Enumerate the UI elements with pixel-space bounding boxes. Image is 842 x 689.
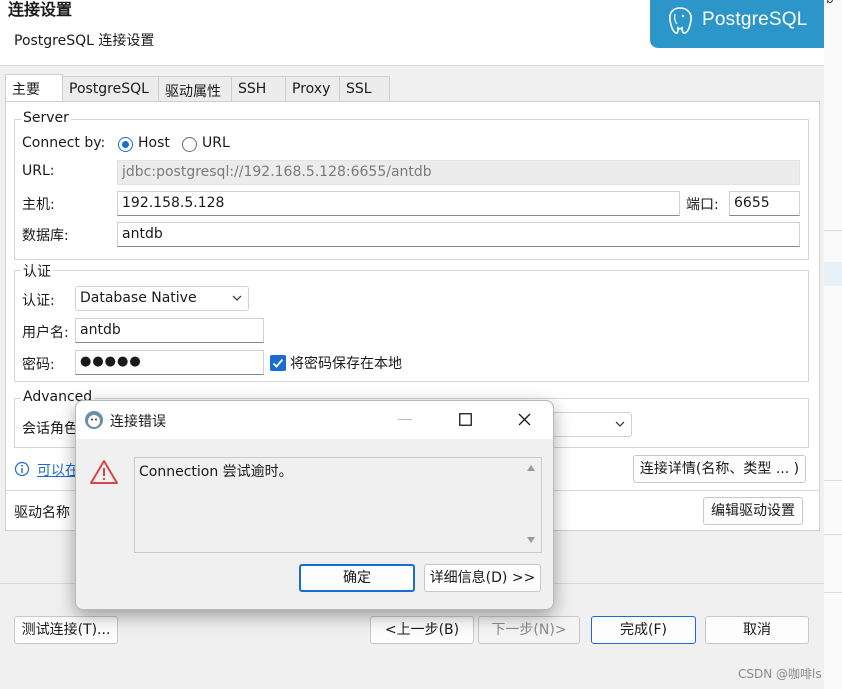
tab-label: 主要 <box>12 82 40 98</box>
username-input[interactable]: antdb <box>75 318 264 343</box>
tab-ssh[interactable]: SSH <box>231 76 286 102</box>
dialog-titlebar: 连接错误 <box>76 401 553 439</box>
save-password-label[interactable]: 将密码保存在本地 <box>290 353 402 373</box>
session-role-label: 会话角色 <box>22 421 78 437</box>
divider <box>824 592 842 593</box>
ok-button[interactable]: 确定 <box>299 564 415 592</box>
close-icon[interactable] <box>518 413 531 426</box>
background-edge-text: b <box>826 0 834 6</box>
database-input[interactable]: antdb <box>117 222 800 247</box>
host-radio[interactable] <box>118 137 133 152</box>
back-button[interactable]: <上一步(B) <box>370 616 474 644</box>
background-window-edge: b <box>824 0 842 689</box>
test-connection-button[interactable]: 测试连接(T)... <box>14 616 118 644</box>
page-subtitle: PostgreSQL 连接设置 <box>14 33 155 49</box>
maximize-icon[interactable] <box>459 413 472 426</box>
chevron-down-icon <box>232 295 242 301</box>
url-field[interactable]: jdbc:postgresql://192.168.5.128:6655/ant… <box>117 160 800 185</box>
divider <box>824 534 842 535</box>
host-label: 主机: <box>22 197 55 213</box>
save-password-checkbox[interactable] <box>270 355 286 371</box>
window-header: 连接设置 PostgreSQL 连接设置 PostgreSQL <box>0 0 824 66</box>
database-label: 数据库: <box>22 228 69 244</box>
tab-label: PostgreSQL <box>69 81 149 97</box>
username-label: 用户名: <box>22 325 69 341</box>
postgresql-logo: PostgreSQL <box>650 0 824 48</box>
session-role-select[interactable] <box>548 412 632 437</box>
url-label: URL: <box>22 163 55 179</box>
connect-by-label: Connect by: <box>22 135 106 151</box>
connection-error-dialog: 连接错误 Connection 尝试逾时。 确定 详细信息(D) >> <box>75 400 554 610</box>
password-label: 密码: <box>22 357 55 373</box>
port-label: 端口: <box>686 197 719 213</box>
password-input[interactable]: ●●●●● <box>75 350 264 375</box>
info-link[interactable]: 可以在 <box>37 460 79 480</box>
scroll-up-icon[interactable] <box>526 464 536 472</box>
tab-label: Proxy <box>292 81 331 97</box>
url-radio-label[interactable]: URL <box>202 135 230 151</box>
tab-driver-properties[interactable]: 驱动属性 <box>158 76 232 102</box>
message-scrollbar[interactable] <box>521 458 541 552</box>
tab-label: 驱动属性 <box>165 84 221 100</box>
error-message: Connection 尝试逾时。 <box>139 464 293 480</box>
dialog-title: 连接错误 <box>110 414 166 430</box>
error-message-box[interactable]: Connection 尝试逾时。 <box>134 457 542 553</box>
background-row-highlight <box>824 262 842 286</box>
auth-method-label: 认证: <box>22 293 55 309</box>
auth-group-title: 认证 <box>21 261 53 281</box>
tab-label: SSL <box>346 81 372 97</box>
minimize-icon[interactable] <box>398 419 412 421</box>
error-warning-icon <box>90 460 118 484</box>
chevron-down-icon <box>615 421 625 427</box>
host-input[interactable]: 192.158.5.128 <box>117 191 680 216</box>
info-icon <box>14 461 30 477</box>
page-title: 连接设置 <box>8 0 73 19</box>
elephant-icon <box>669 7 692 34</box>
details-button[interactable]: 详细信息(D) >> <box>424 564 541 592</box>
edit-driver-settings-button[interactable]: 编辑驱动设置 <box>703 497 803 525</box>
watermark: CSDN @咖啡ls <box>738 667 822 681</box>
scroll-down-icon[interactable] <box>526 536 536 544</box>
connection-details-button[interactable]: 连接详情(名称、类型 ... ) <box>633 455 806 483</box>
checkmark-icon <box>272 358 284 368</box>
tab-label: SSH <box>238 81 267 97</box>
driver-name-label: 驱动名称 <box>14 505 70 521</box>
server-group-title: Server <box>21 110 71 126</box>
tab-ssl[interactable]: SSL <box>339 76 390 102</box>
url-radio[interactable] <box>182 137 197 152</box>
tab-postgresql[interactable]: PostgreSQL <box>62 76 159 102</box>
auth-method-value: Database Native <box>80 290 197 306</box>
logo-text: PostgreSQL <box>702 9 808 30</box>
dbeaver-app-icon <box>85 411 103 429</box>
port-input[interactable]: 6655 <box>729 191 800 216</box>
divider <box>824 230 842 231</box>
divider <box>824 480 842 481</box>
cancel-button[interactable]: 取消 <box>705 616 809 644</box>
next-button[interactable]: 下一步(N)> <box>478 616 580 644</box>
finish-button[interactable]: 完成(F) <box>591 616 696 644</box>
tab-proxy[interactable]: Proxy <box>285 76 340 102</box>
host-radio-label[interactable]: Host <box>138 135 170 151</box>
tab-main[interactable]: 主要 <box>5 74 63 102</box>
auth-method-select[interactable]: Database Native <box>75 286 249 311</box>
